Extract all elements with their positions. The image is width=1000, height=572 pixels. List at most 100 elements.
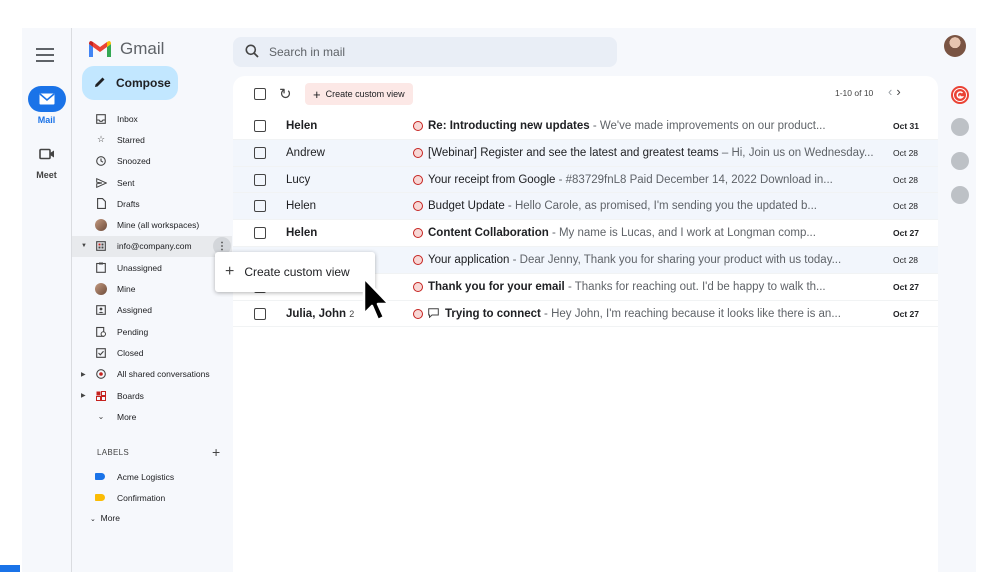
row-checkbox[interactable] xyxy=(254,173,266,186)
sidebar-item-unassigned[interactable]: Unassigned xyxy=(72,257,232,278)
email-snippet: - Dear Jenny, Thank you for sharing your… xyxy=(509,253,842,266)
app-name: Gmail xyxy=(120,39,165,58)
clock-icon xyxy=(95,155,107,167)
email-snippet: – Hi, Join us on Wednesday... xyxy=(718,146,874,159)
email-row[interactable]: Julia, John 2 Trying to connect - Hey Jo… xyxy=(233,301,938,328)
label-item-acme-logistics[interactable]: Acme Logistics xyxy=(72,466,232,487)
email-subject: [Webinar] Register and see the latest an… xyxy=(428,146,719,159)
email-list: Helen Re: Introducting new updates - We'… xyxy=(233,113,938,328)
expand-arrow-icon[interactable]: ▶ xyxy=(81,371,86,378)
sidebar-item-label: Mine xyxy=(117,284,136,295)
chevron-down-icon: ⌄ xyxy=(90,516,96,523)
rail-meet-label: Meet xyxy=(36,170,57,180)
rail-mail[interactable]: Mail xyxy=(22,86,71,125)
sidebar-item-snoozed[interactable]: Snoozed xyxy=(72,151,232,172)
select-all-checkbox[interactable] xyxy=(254,88,266,100)
side-panel-app-icon[interactable] xyxy=(951,186,969,204)
sidebar-item-sent[interactable]: Sent xyxy=(72,172,232,193)
refresh-icon[interactable]: ↻ xyxy=(279,85,292,103)
email-row[interactable]: Helen Content Collaboration - My name is… xyxy=(233,220,938,247)
row-checkbox[interactable] xyxy=(254,200,266,213)
side-panel-app-icon[interactable] xyxy=(951,118,969,136)
sidebar-item-closed[interactable]: Closed xyxy=(72,342,232,363)
gmail-logo[interactable]: Gmail xyxy=(88,38,164,60)
row-checkbox[interactable] xyxy=(254,227,266,240)
row-checkbox[interactable] xyxy=(254,120,266,132)
email-row[interactable]: Helen Re: Introducting new updates - We'… xyxy=(233,113,938,140)
expand-arrow-icon[interactable]: ▶ xyxy=(81,392,86,399)
sidebar-item-mine-all-workspaces[interactable]: Mine (all workspaces) xyxy=(72,214,232,235)
sidebar-item-mine[interactable]: Mine xyxy=(72,278,232,299)
collapse-arrow-icon[interactable]: ▼ xyxy=(81,243,87,249)
sidebar-item-boards[interactable]: ▶ Boards xyxy=(72,385,232,406)
add-label-icon[interactable]: + xyxy=(212,444,220,460)
shared-inbox-icon xyxy=(95,240,107,252)
profile-avatar[interactable] xyxy=(944,35,966,57)
inbox-icon xyxy=(95,113,107,125)
sidebar-item-shared-inbox[interactable]: ▼ info@company.com ⋮ xyxy=(72,235,232,258)
sidebar-item-inbox[interactable]: Inbox xyxy=(72,108,232,129)
sidebar-item-drafts[interactable]: Drafts xyxy=(72,193,232,214)
sidebar-nav: Inbox ☆ Starred Snoozed Sent Drafts Mine… xyxy=(72,108,232,427)
email-sender: Helen xyxy=(286,120,318,132)
pagination-nav: ‹› xyxy=(888,84,905,99)
label-item-confirmation[interactable]: Confirmation xyxy=(72,487,232,508)
compose-button[interactable]: Compose xyxy=(82,66,178,100)
email-subject: Content Collaboration xyxy=(428,227,549,240)
sidebar-item-all-shared-conversations[interactable]: ▶ All shared conversations xyxy=(72,364,232,385)
sidebar-item-pending[interactable]: Pending xyxy=(72,321,232,342)
email-subject-line: Thank you for your email - Thanks for re… xyxy=(428,281,883,293)
email-subject: Your application xyxy=(428,253,510,266)
email-date: Oct 31 xyxy=(893,121,919,131)
labels-heading: LABELS xyxy=(97,448,130,457)
labels-more-label: More xyxy=(100,513,120,523)
mouse-cursor-icon xyxy=(362,276,391,322)
row-checkbox[interactable] xyxy=(254,307,266,320)
sidebar-item-label: More xyxy=(117,411,137,422)
email-row[interactable]: Lucy Your receipt from Google - #83729fn… xyxy=(233,166,938,194)
chevron-right-icon[interactable]: › xyxy=(896,84,904,99)
sidebar-item-label: info@company.com xyxy=(117,241,192,252)
chevron-down-icon: ⌄ xyxy=(97,412,105,422)
mail-icon xyxy=(27,86,66,112)
shared-status-icon xyxy=(413,147,423,158)
main-menu-icon[interactable] xyxy=(36,48,54,62)
email-date: Oct 28 xyxy=(893,174,919,185)
addon-icon[interactable] xyxy=(951,86,969,104)
pagination-info: 1-10 of 10 xyxy=(835,88,874,98)
app-rail: Mail Meet xyxy=(22,28,71,572)
rail-meet[interactable]: Meet xyxy=(22,141,71,180)
create-custom-view-button[interactable]: + Create custom view xyxy=(305,83,413,105)
sidebar-item-starred[interactable]: ☆ Starred xyxy=(72,129,232,150)
email-date: Oct 27 xyxy=(893,308,919,319)
sidebar-item-label: All shared conversations xyxy=(117,369,210,380)
menu-item-create-custom-view[interactable]: Create custom view xyxy=(244,265,349,279)
gmail-window: Mail Meet Gmail Compose Inbox ☆ Starred … xyxy=(22,28,976,572)
pending-icon xyxy=(95,326,107,338)
shared-icon xyxy=(95,368,107,380)
email-sender: Julia, John xyxy=(286,307,347,320)
search-input[interactable]: Search in mail xyxy=(269,45,345,59)
boards-icon xyxy=(95,390,107,402)
email-subject-line: Your receipt from Google - #83729fnL8 Pa… xyxy=(428,174,883,186)
shared-status-icon xyxy=(413,121,423,131)
email-snippet: - Thanks for reaching out. I'd be happy … xyxy=(564,280,826,293)
sidebar-item-label: Assigned xyxy=(117,305,152,316)
sidebar-item-assigned[interactable]: Assigned xyxy=(72,300,232,321)
star-icon: ☆ xyxy=(96,134,106,145)
labels-more-button[interactable]: ⌄ More xyxy=(90,513,120,523)
assigned-icon xyxy=(95,304,107,316)
sidebar-item-label: Starred xyxy=(117,134,145,145)
thread-count: 2 xyxy=(349,308,355,319)
email-sender: Lucy xyxy=(286,173,311,186)
email-row[interactable]: Helen Budget Update - Hello Carole, as p… xyxy=(233,193,938,221)
email-row[interactable]: Andrew [Webinar] Register and see the la… xyxy=(233,139,938,167)
label-item-text: Confirmation xyxy=(117,492,166,503)
email-date: Oct 27 xyxy=(893,228,919,239)
search-bar[interactable]: Search in mail xyxy=(233,37,617,67)
side-panel-app-icon[interactable] xyxy=(951,152,969,170)
email-subject-line: Trying to connect - Hey John, I'm reachi… xyxy=(445,308,900,320)
row-checkbox[interactable] xyxy=(254,146,266,159)
draft-icon xyxy=(95,198,107,210)
sidebar-item-more[interactable]: ⌄ More xyxy=(72,406,232,427)
